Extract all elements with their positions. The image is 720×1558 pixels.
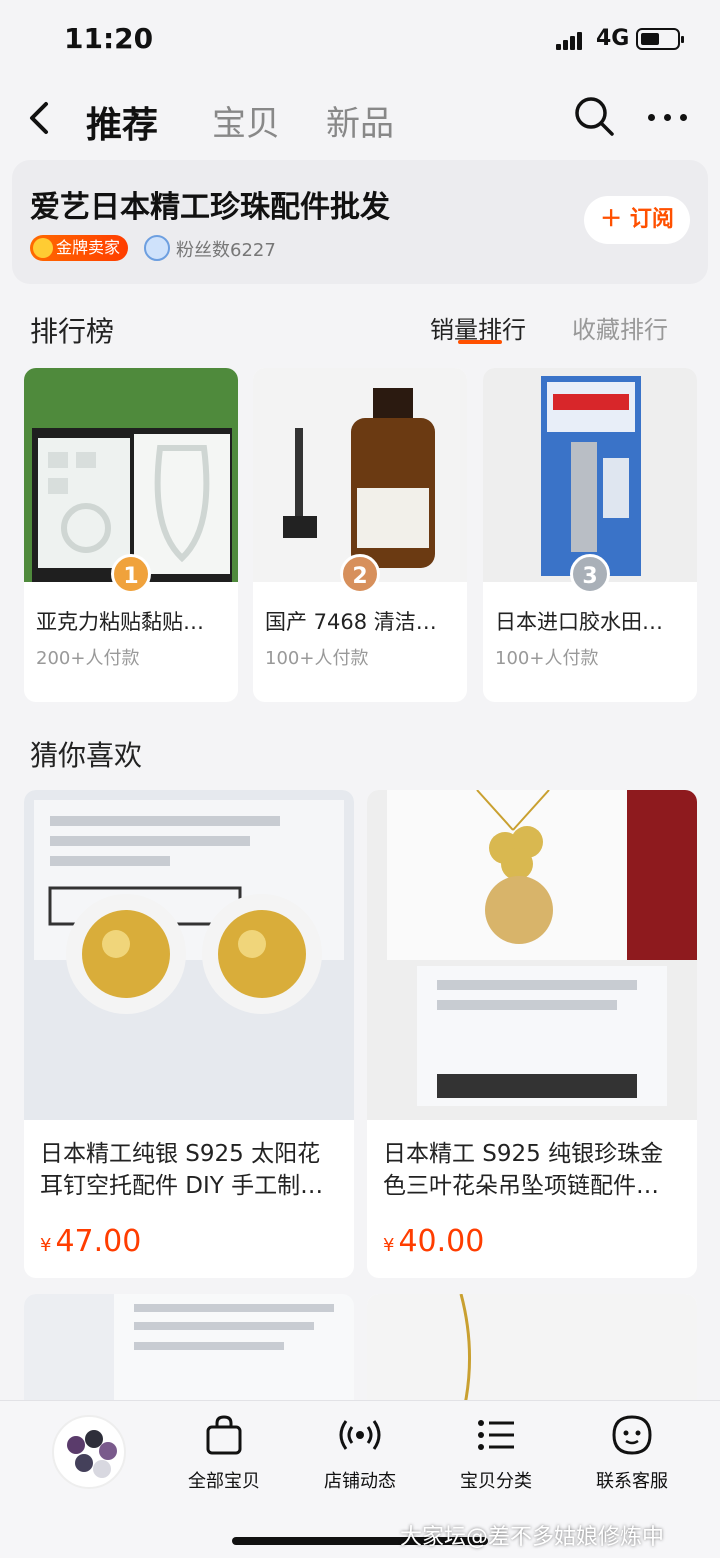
tab-recommend[interactable]: 推荐 — [86, 96, 158, 148]
product-card-3[interactable] — [24, 1294, 354, 1414]
rank-item-sales: 100+人付款 — [495, 648, 599, 669]
customer-service-button[interactable]: 联系客服 — [572, 1413, 692, 1493]
fans-count: 粉丝数6227 — [176, 240, 276, 261]
recommend-title: 猜你喜欢 — [30, 739, 143, 772]
product-title: 日本精工纯银 S925 太阳花耳钉空托配件 DIY 手工制… — [40, 1141, 324, 1199]
currency-symbol: ¥ — [40, 1235, 52, 1256]
subscribe-button[interactable]: ＋ 订阅 — [584, 196, 690, 244]
rank-medal-1: 1 — [111, 554, 151, 594]
categories-button[interactable]: 宝贝分类 — [436, 1413, 556, 1493]
rank-medal-3: 3 — [570, 554, 610, 594]
broadcast-icon — [339, 1420, 381, 1450]
more-dots-icon[interactable] — [646, 102, 690, 132]
chat-bubble-icon — [612, 1415, 652, 1455]
product-image — [253, 368, 467, 582]
product-card-4[interactable] — [367, 1294, 697, 1414]
rank-item-sales: 100+人付款 — [265, 648, 369, 669]
rank-item-name: 国产 7468 清洁… — [265, 610, 437, 634]
product-price: ¥47.00 — [40, 1224, 141, 1259]
gold-seller-label: 金牌卖家 — [56, 238, 121, 257]
rank-item-name: 日本进口胶水田… — [495, 610, 663, 634]
status-bar: 11:20 4G — [0, 0, 720, 80]
product-card-1[interactable]: 日本精工纯银 S925 太阳花耳钉空托配件 DIY 手工制… ¥47.00 — [24, 790, 354, 1278]
pearls-logo — [67, 1430, 117, 1478]
rank-item-1[interactable]: 1 亚克力粘贴黏贴… 200+人付款 — [24, 368, 238, 702]
shop-avatar[interactable] — [52, 1415, 126, 1489]
status-time: 11:20 — [64, 22, 154, 55]
watermark: 大家坛@差不多姑娘修炼中 — [400, 1525, 665, 1550]
tab-favorite-rank[interactable]: 收藏排行 — [572, 310, 668, 345]
rank-item-sales: 200+人付款 — [36, 648, 140, 669]
signal-icon — [556, 30, 588, 50]
gold-seller-badge: 金牌卖家 — [30, 235, 129, 261]
all-items-button[interactable]: 全部宝贝 — [164, 1413, 284, 1493]
ranking-title: 排行榜 — [30, 315, 115, 348]
tab-items[interactable]: 宝贝 — [212, 96, 280, 145]
chevron-left-icon[interactable] — [24, 98, 54, 138]
shop-header: 爱艺日本精工珍珠配件批发 金牌卖家 粉丝数6227 ＋ 订阅 — [12, 160, 708, 284]
shop-name: 爱艺日本精工珍珠配件批发 — [30, 190, 390, 225]
rank-item-2[interactable]: 2 国产 7468 清洁… 100+人付款 — [253, 368, 467, 702]
active-tab-indicator — [458, 340, 502, 344]
search-icon[interactable] — [572, 94, 616, 138]
tab-new[interactable]: 新品 — [326, 96, 394, 145]
rank-medal-2: 2 — [340, 554, 380, 594]
all-items-label: 全部宝贝 — [188, 1471, 260, 1492]
network-type: 4G — [596, 26, 630, 51]
rank-item-name: 亚克力粘贴黏贴… — [36, 610, 204, 634]
categories-label: 宝贝分类 — [460, 1471, 532, 1492]
product-image — [483, 368, 697, 582]
customer-service-label: 联系客服 — [596, 1471, 668, 1492]
price-value: 40.00 — [398, 1224, 485, 1259]
battery-icon — [636, 28, 684, 50]
shopping-bag-icon — [206, 1415, 242, 1455]
product-image — [367, 1294, 697, 1414]
shop-feed-button[interactable]: 店铺动态 — [300, 1413, 420, 1493]
product-image — [367, 790, 697, 1120]
crown-icon — [144, 235, 170, 261]
shop-feed-label: 店铺动态 — [324, 1471, 396, 1492]
product-image — [24, 368, 238, 582]
plus-icon: ＋ — [600, 207, 630, 232]
product-card-2[interactable]: 日本精工 S925 纯银珍珠金色三叶花朵吊坠项链配件… ¥40.00 — [367, 790, 697, 1278]
medal-icon — [33, 238, 53, 258]
product-image — [24, 1294, 354, 1414]
product-image — [24, 790, 354, 1120]
list-icon — [478, 1420, 514, 1450]
price-value: 47.00 — [55, 1224, 142, 1259]
subscribe-label: 订阅 — [629, 207, 674, 232]
bottom-toolbar: 全部宝贝 店铺动态 宝贝分类 联系客服 大家坛@差不多姑娘修炼中 — [0, 1400, 720, 1558]
rank-item-3[interactable]: 3 日本进口胶水田… 100+人付款 — [483, 368, 697, 702]
product-title: 日本精工 S925 纯银珍珠金色三叶花朵吊坠项链配件… — [383, 1141, 664, 1199]
product-price: ¥40.00 — [383, 1224, 484, 1259]
top-nav: 推荐 宝贝 新品 — [0, 80, 720, 160]
currency-symbol: ¥ — [383, 1235, 395, 1256]
